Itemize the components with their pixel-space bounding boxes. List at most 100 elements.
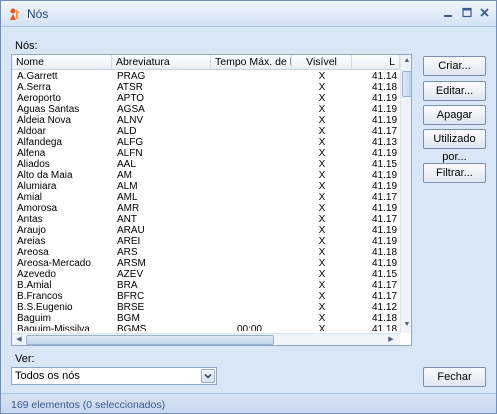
table-row[interactable]: B.Francos BFRC X 41.17 <box>12 291 399 302</box>
table-row[interactable]: B.S.Eugenio BRSE X 41.12 <box>12 302 399 313</box>
cell-l: 41.13 <box>372 137 398 148</box>
cell-abreviatura: AZEV <box>117 269 144 280</box>
horizontal-scrollbar[interactable]: ◀ ▶ <box>12 333 400 345</box>
cell-abreviatura: ARS <box>117 247 138 258</box>
table-row[interactable]: Aldeia Nova ALNV X 41.19 <box>12 115 399 126</box>
apagar-button[interactable]: Apagar <box>423 105 486 125</box>
table-row[interactable]: Alfandega ALFG X 41.13 <box>12 137 399 148</box>
scroll-left-icon[interactable]: ◀ <box>14 335 24 343</box>
list-header: Nome Abreviatura Tempo Máx. de Pa Visíve… <box>12 55 411 70</box>
cell-nome: Araujo <box>17 225 46 236</box>
table-row[interactable]: Areias AREI X 41.19 <box>12 236 399 247</box>
cell-nome: Antas <box>17 214 43 225</box>
vertical-scroll-thumb[interactable] <box>402 71 411 97</box>
criar-button[interactable]: Criar... <box>423 56 486 76</box>
table-row[interactable]: Amorosa AMR X 41.19 <box>12 203 399 214</box>
table-row[interactable]: Alumiara ALM X 41.19 <box>12 181 399 192</box>
cell-l: 41.19 <box>372 115 398 126</box>
cell-tempo: 00:00 <box>236 324 262 331</box>
nos-window: Nós Nós: Nome Abreviatura Tempo Máx. de … <box>0 0 497 414</box>
nodes-list[interactable]: Nome Abreviatura Tempo Máx. de Pa Visíve… <box>11 54 412 346</box>
table-row[interactable]: B.Amial BRA X 41.17 <box>12 280 399 291</box>
table-row[interactable]: A.Garrett PRAG X 41.14 <box>12 71 399 82</box>
cell-visivel: X <box>318 115 326 126</box>
cell-abreviatura: ALD <box>117 126 137 137</box>
column-header-abreviatura[interactable]: Abreviatura <box>112 55 211 70</box>
cell-visivel: X <box>318 258 326 269</box>
table-row[interactable]: Aldoar ALD X 41.17 <box>12 126 399 137</box>
table-row[interactable]: Areosa ARS X 41.18 <box>12 247 399 258</box>
cell-nome: A.Garrett <box>17 71 58 82</box>
fechar-button[interactable]: Fechar <box>423 367 486 387</box>
cell-abreviatura: ANT <box>117 214 137 225</box>
cell-abreviatura: BGM <box>117 313 140 324</box>
table-row[interactable]: Aliados AAL X 41.15 <box>12 159 399 170</box>
cell-abreviatura: ALM <box>117 181 138 192</box>
cell-visivel: X <box>318 247 326 258</box>
table-row[interactable]: Amial AML X 41.17 <box>12 192 399 203</box>
column-header-visivel[interactable]: Visível <box>292 55 352 70</box>
cell-nome: Alfena <box>17 148 46 159</box>
chevron-down-icon[interactable] <box>201 369 215 383</box>
scroll-down-icon[interactable]: ▼ <box>402 321 411 328</box>
close-icon[interactable] <box>477 6 493 20</box>
cell-visivel: X <box>318 82 326 93</box>
cell-abreviatura: ATSR <box>117 82 143 93</box>
cell-abreviatura: ALFN <box>117 148 143 159</box>
cell-nome: Baguim <box>17 313 51 324</box>
vertical-scrollbar[interactable]: ▲ ▼ <box>400 55 411 333</box>
cell-visivel: X <box>318 192 326 203</box>
horizontal-scroll-thumb[interactable] <box>26 335 274 345</box>
cell-l: 41.19 <box>372 148 398 159</box>
cell-visivel: X <box>318 214 326 225</box>
list-label: Nós: <box>15 40 38 52</box>
table-row[interactable]: A.Serra ATSR X 41.18 <box>12 82 399 93</box>
cell-l: 41.19 <box>372 181 398 192</box>
cell-nome: Alto da Maia <box>17 170 73 181</box>
table-row[interactable]: Araujo ARAU X 41.19 <box>12 225 399 236</box>
cell-nome: B.S.Eugenio <box>17 302 73 313</box>
column-header-l[interactable]: L <box>352 55 400 70</box>
table-row[interactable]: Baguim-Missilva BGMS 00:00 X 41.18 <box>12 324 399 331</box>
column-header-nome[interactable]: Nome <box>12 55 112 70</box>
column-header-tempo[interactable]: Tempo Máx. de Pa <box>211 55 292 70</box>
ver-select[interactable]: Todos os nós <box>11 367 217 385</box>
cell-visivel: X <box>318 203 326 214</box>
cell-visivel: X <box>318 302 326 313</box>
cell-abreviatura: ARSM <box>117 258 146 269</box>
cell-l: 41.17 <box>372 192 398 203</box>
cell-l: 41.19 <box>372 93 398 104</box>
scroll-up-icon[interactable]: ▲ <box>402 57 411 64</box>
cell-l: 41.18 <box>372 82 398 93</box>
table-row[interactable]: Aeroporto APTO X 41.19 <box>12 93 399 104</box>
cell-visivel: X <box>318 148 326 159</box>
app-icon <box>7 6 23 22</box>
table-row[interactable]: Antas ANT X 41.17 <box>12 214 399 225</box>
maximize-icon[interactable] <box>459 6 475 20</box>
cell-nome: B.Amial <box>17 280 52 291</box>
table-row[interactable]: Alfena ALFN X 41.19 <box>12 148 399 159</box>
table-row[interactable]: Aguas Santas AGSA X 41.19 <box>12 104 399 115</box>
cell-l: 41.17 <box>372 280 398 291</box>
minimize-icon[interactable] <box>440 6 456 20</box>
cell-abreviatura: BRA <box>117 280 138 291</box>
ver-selected-value: Todos os nós <box>15 370 80 382</box>
cell-abreviatura: BFRC <box>117 291 145 302</box>
table-row[interactable]: Baguim BGM X 41.18 <box>12 313 399 324</box>
utilizado-por-button[interactable]: Utilizado por... <box>423 129 486 163</box>
filtrar-button[interactable]: Filtrar... <box>423 163 486 183</box>
table-row[interactable]: Azevedo AZEV X 41.15 <box>12 269 399 280</box>
cell-nome: A.Serra <box>17 82 51 93</box>
cell-visivel: X <box>318 93 326 104</box>
scroll-right-icon[interactable]: ▶ <box>386 335 396 343</box>
table-row[interactable]: Alto da Maia AM X 41.19 <box>12 170 399 181</box>
cell-visivel: X <box>318 291 326 302</box>
editar-button[interactable]: Editar... <box>423 81 486 101</box>
cell-nome: Aldoar <box>17 126 46 137</box>
cell-abreviatura: PRAG <box>117 71 146 82</box>
title-bar: Nós <box>1 1 496 27</box>
table-row[interactable]: Areosa-Mercado ARSM X 41.19 <box>12 258 399 269</box>
cell-visivel: X <box>318 236 326 247</box>
cell-nome: Amial <box>17 192 43 203</box>
cell-nome: Alumiara <box>17 181 57 192</box>
